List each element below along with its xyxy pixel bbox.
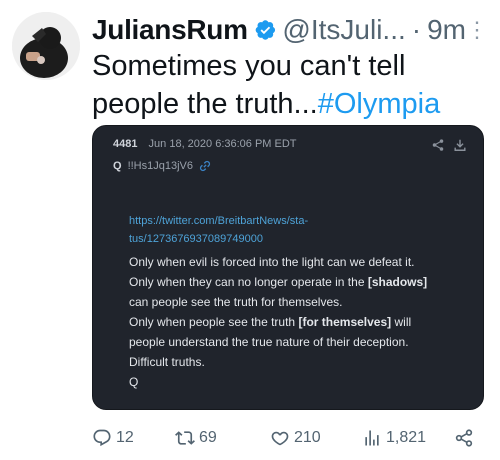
reply-icon [93,429,111,447]
reply-button[interactable]: 12 [92,428,134,448]
more-options-icon[interactable]: ⋮ [466,19,488,41]
reference-link-line-1: https://twitter.com/BreitbartNews/sta- [129,215,309,227]
tweet-header: JuliansRum @ItsJuli... · 9m ⋮ [92,10,488,50]
trip-label: Q [113,160,122,172]
like-count: 210 [294,429,321,446]
reference-link: https://twitter.com/BreitbartNews/sta- t… [129,212,469,248]
post-line-3: can people see the truth for themselves. [129,295,343,309]
post-line-6: Difficult truths. [129,355,205,369]
post-line-4-text: Only when people see the truth [129,315,299,329]
reference-link-line-2: tus/1273676937089749000 [129,233,263,245]
reply-count: 12 [116,429,134,446]
avatar[interactable] [12,12,80,80]
separator-dot: · [411,14,422,45]
card-icons [431,138,467,152]
post-date: Jun 18, 2020 6:36:06 PM EDT [148,138,297,150]
post-header: 4481 Jun 18, 2020 6:36:06 PM EDT [113,138,297,150]
post-line-4-tail: will [391,315,412,329]
view-count: 1,821 [386,429,427,446]
share-icon [455,429,473,447]
heart-icon [271,431,289,446]
trip-id: !!Hs1Jq13jV6 [127,160,193,172]
analytics-icon [365,430,379,446]
retweet-icon [175,431,195,445]
post-line-5: people understand the true nature of the… [129,335,409,349]
share-button[interactable] [454,428,478,448]
user-handle[interactable]: @ItsJuli... [282,14,405,46]
post-line-2-bracket: [shadows] [367,275,428,289]
display-name[interactable]: JuliansRum [92,14,248,46]
timestamp[interactable]: 9m [427,14,466,46]
post-line-7: Q [129,375,139,389]
post-line-2-text: Only when they can no longer operate in … [129,275,368,289]
post-number: 4481 [113,138,138,150]
post-line-2: Only when they can no longer operate in … [129,272,469,292]
like-button[interactable]: 210 [270,428,321,448]
post-line-4: Only when people see the truth [for them… [129,312,469,332]
verified-badge-icon [255,20,275,40]
download-icon [454,139,466,151]
post-line-1: Only when evil is forced into the light … [129,255,415,269]
tripcode-row: Q !!Hs1Jq13jV6 [113,160,211,172]
tweet-text: Sometimes you can't tell people the trut… [92,47,487,123]
hashtag-link[interactable]: #Olympia [318,88,441,120]
retweet-button[interactable]: 69 [175,428,217,448]
views-button[interactable]: 1,821 [362,428,426,448]
post-line-4-bracket: [for themselves] [298,315,392,329]
retweet-count: 69 [199,429,217,446]
link-icon [199,160,211,172]
tweet-actions: 12 69 210 1,821 [92,426,482,450]
share-nodes-icon [432,139,444,151]
post-body: https://twitter.com/BreitbartNews/sta- t… [129,212,469,392]
avatar-image [12,12,80,80]
embedded-image-card[interactable]: 4481 Jun 18, 2020 6:36:06 PM EDT Q !!Hs1… [92,125,484,410]
